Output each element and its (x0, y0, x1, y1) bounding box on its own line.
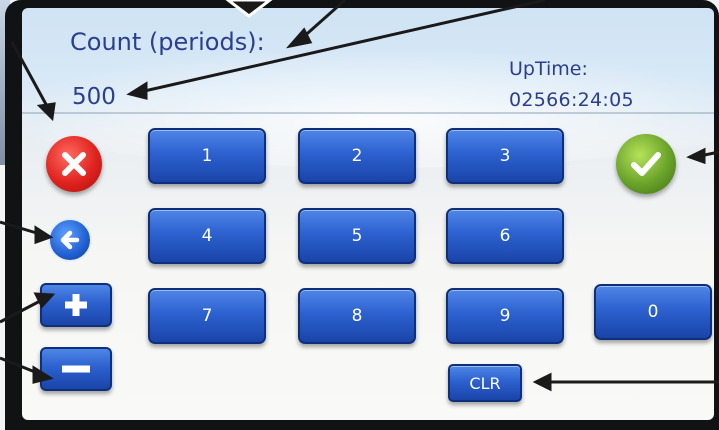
checkmark-icon (631, 152, 661, 176)
key-7[interactable]: 7 (148, 288, 266, 344)
key-4[interactable]: 4 (148, 208, 266, 264)
key-1[interactable]: 1 (148, 128, 266, 184)
key-6[interactable]: 6 (446, 208, 564, 264)
cancel-button[interactable] (46, 136, 102, 192)
minus-icon (62, 365, 90, 373)
confirm-button[interactable] (616, 134, 676, 194)
uptime-value: 02566:24:05 (509, 89, 634, 111)
count-value: 500 (72, 84, 116, 110)
key-8[interactable]: 8 (298, 288, 416, 344)
x-icon (62, 152, 86, 176)
uptime-label: UpTime: (509, 58, 588, 80)
key-5[interactable]: 5 (298, 208, 416, 264)
touch-screen: Count (periods): 500 UpTime: 02566:24:05… (22, 8, 714, 420)
clear-button[interactable]: CLR (448, 364, 522, 402)
header-divider (22, 112, 714, 114)
key-2[interactable]: 2 (298, 128, 416, 184)
count-label: Count (periods): (70, 28, 265, 56)
key-9[interactable]: 9 (446, 288, 564, 344)
decrement-button[interactable] (40, 347, 112, 391)
key-0[interactable]: 0 (594, 284, 712, 340)
backspace-button[interactable] (48, 218, 92, 262)
plus-icon (65, 294, 87, 316)
increment-button[interactable] (40, 283, 112, 327)
arrow-left-icon (60, 230, 80, 250)
key-3[interactable]: 3 (446, 128, 564, 184)
